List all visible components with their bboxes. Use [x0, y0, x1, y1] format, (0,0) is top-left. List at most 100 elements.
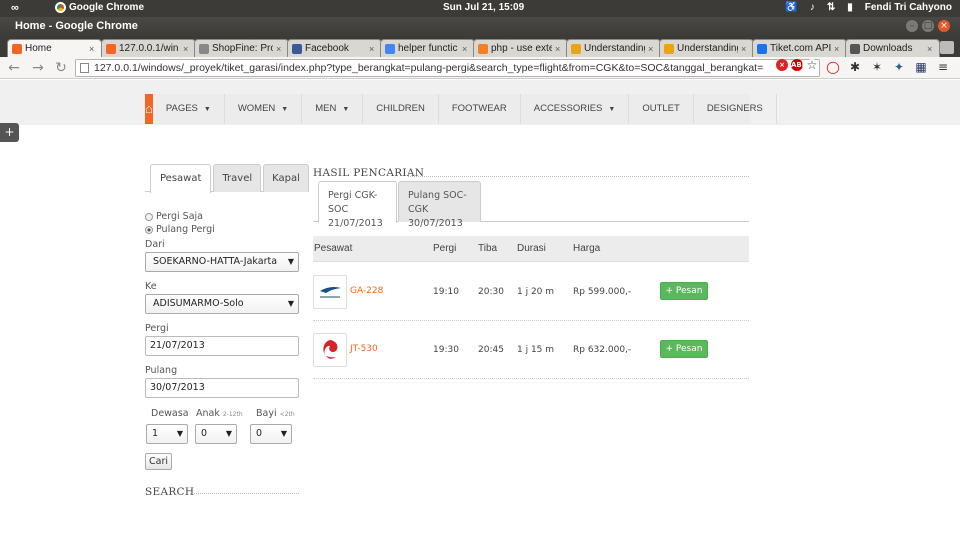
gear-icon[interactable]: ✱ — [848, 60, 862, 74]
network-icon[interactable]: ⇅ — [827, 2, 835, 13]
browser-tab-label: helper functic — [398, 43, 458, 54]
results-heading: HASIL PENCARIAN — [313, 167, 425, 179]
user-name[interactable]: Fendi Tri Cahyono — [865, 2, 952, 13]
radio-circle-selected[interactable] — [145, 225, 153, 234]
address-bar[interactable]: 127.0.0.1/windows/_proyek/tiket_garasi/i… — [75, 59, 820, 77]
nav-item-designers[interactable]: DESIGNERS — [694, 94, 777, 124]
col-tiba: Tiba — [478, 243, 498, 254]
close-tab-icon[interactable]: × — [462, 44, 470, 54]
browser-tab-label: Home — [25, 43, 52, 54]
favicon-icon — [199, 43, 209, 54]
forward-icon[interactable]: → — [30, 60, 46, 76]
browser-tab-bar: Home × 127.0.0.1/win × ShopFine: Pro × Faceboo… — [0, 37, 960, 57]
nav-item-label: ACCESSORIES — [533, 103, 603, 114]
menu-icon[interactable]: ≡ — [936, 60, 950, 74]
minimize-button[interactable]: – — [906, 20, 918, 32]
book-button[interactable]: + Pesan — [660, 340, 708, 358]
close-tab-icon[interactable]: × — [276, 44, 284, 54]
close-tab-icon[interactable]: × — [183, 44, 191, 54]
from-select[interactable]: SOEKARNO-HATTA-Jakarta ▼ — [145, 252, 299, 272]
browser-tab[interactable]: Tiket.com API × — [752, 39, 847, 57]
child-label-text: Anak — [196, 408, 220, 419]
adult-count-value: 1 — [152, 428, 159, 439]
radio-round-trip[interactable]: Pulang Pergi — [145, 224, 215, 235]
tab-kapal[interactable]: Kapal — [263, 164, 309, 192]
return-date-input[interactable]: 30/07/2013 — [145, 378, 299, 398]
tab-depart-route[interactable]: Pergi CGK-SOC 21/07/2013 — [318, 181, 397, 229]
browser-tab[interactable]: 127.0.0.1/win × — [101, 39, 196, 57]
child-label: Anak 2-12th — [196, 408, 243, 419]
close-tab-icon[interactable]: × — [927, 44, 935, 54]
tab-travel[interactable]: Travel — [213, 164, 262, 192]
nav-item-footwear[interactable]: FOOTWEAR — [439, 94, 521, 124]
page-icon — [80, 63, 89, 73]
tab-pesawat[interactable]: Pesawat — [150, 164, 212, 193]
infant-label-text: Bayi — [256, 408, 277, 419]
abp-icon[interactable]: ABP — [791, 59, 807, 71]
depart-date-input[interactable]: 21/07/2013 — [145, 336, 299, 356]
nav-item-pages[interactable]: PAGES ▼ — [153, 94, 225, 124]
radio-one-way-label: Pergi Saja — [156, 211, 203, 222]
tab-return-route[interactable]: Pulang SOC-CGK 30/07/2013 — [398, 181, 481, 229]
radio-circle[interactable] — [145, 212, 153, 221]
browser-tab[interactable]: Understanding × — [566, 39, 661, 57]
col-pesawat: Pesawat — [314, 243, 353, 254]
clock[interactable]: Sun Jul 21, 15:09 — [443, 2, 524, 13]
close-tab-icon[interactable]: × — [741, 44, 749, 54]
child-count-select[interactable]: 0 ▼ — [195, 424, 237, 444]
to-label: Ke — [145, 281, 157, 292]
infant-label: Bayi <2th — [256, 408, 295, 419]
browser-tab[interactable]: php - use exte × — [473, 39, 568, 57]
close-window-button[interactable]: × — [938, 20, 950, 32]
nav-item-women[interactable]: WOMEN ▼ — [225, 94, 303, 124]
close-tab-icon[interactable]: × — [369, 44, 377, 54]
child-age-hint: 2-12th — [222, 411, 243, 418]
close-tab-icon[interactable]: × — [555, 44, 563, 54]
browser-tab[interactable]: Facebook × — [287, 39, 382, 57]
to-select[interactable]: ADISUMARMO-Solo ▼ — [145, 294, 299, 314]
nav-item-accessories[interactable]: ACCESSORIES ▼ — [521, 94, 630, 124]
nav-item-men[interactable]: MEN ▼ — [302, 94, 364, 124]
back-icon[interactable]: ← — [6, 60, 22, 76]
browser-tab[interactable]: helper functic × — [380, 39, 475, 57]
battery-icon[interactable]: ▮ — [847, 2, 853, 13]
stop-ext-icon[interactable]: × — [776, 59, 788, 71]
extension-icons: ◯ ✱ ✶ ✦ ▦ ≡ — [826, 60, 950, 74]
search-submit-button[interactable]: Cari — [145, 453, 172, 470]
chevron-down-icon: ▼ — [225, 429, 232, 438]
nav-item-outlet[interactable]: OUTLET — [629, 94, 694, 124]
opera-icon[interactable]: ◯ — [826, 60, 840, 74]
accessibility-icon[interactable]: ♿ — [785, 2, 797, 13]
radio-one-way[interactable]: Pergi Saja — [145, 211, 203, 222]
nav-item-label: OUTLET — [642, 103, 680, 114]
chevron-down-icon: ▼ — [176, 429, 183, 438]
bookmark-star-icon[interactable]: ☆ — [806, 59, 818, 71]
close-tab-icon[interactable]: × — [834, 44, 842, 54]
flight-code[interactable]: GA-228 — [350, 286, 383, 296]
adult-count-select[interactable]: 1 ▼ — [146, 424, 188, 444]
reload-icon[interactable]: ↻ — [53, 60, 69, 76]
browser-tab[interactable]: Understanding × — [659, 39, 754, 57]
omnibox-extensions: × ABP ☆ — [776, 59, 818, 71]
favicon-icon — [292, 43, 302, 54]
close-tab-icon[interactable]: × — [89, 44, 97, 54]
side-panel-toggle[interactable]: + — [0, 123, 19, 142]
puzzle-icon[interactable]: ✦ — [892, 60, 906, 74]
grid-icon[interactable]: ▦ — [914, 60, 928, 74]
maximize-button[interactable]: □ — [922, 20, 934, 32]
volume-icon[interactable]: ♪ — [810, 2, 815, 13]
bug-icon[interactable]: ✶ — [870, 60, 884, 74]
book-button[interactable]: + Pesan — [660, 282, 708, 300]
ubuntu-dash-icon[interactable]: ∞ — [11, 2, 19, 14]
garuda-logo-mark — [320, 287, 341, 298]
new-tab-button[interactable] — [940, 41, 954, 54]
infant-count-select[interactable]: 0 ▼ — [250, 424, 292, 444]
close-tab-icon[interactable]: × — [648, 44, 656, 54]
browser-tab[interactable]: Home × — [7, 39, 102, 57]
home-icon[interactable]: ⌂ — [145, 94, 153, 124]
page-viewport: ⌂ PAGES ▼ WOMEN ▼ MEN ▼ CHILDREN FOOTWEAR ACCESS… — [0, 80, 960, 539]
nav-item-children[interactable]: CHILDREN — [363, 94, 439, 124]
browser-tab[interactable]: Downloads × — [845, 39, 940, 57]
flight-code[interactable]: JT-530 — [350, 344, 378, 354]
browser-tab[interactable]: ShopFine: Pro × — [194, 39, 289, 57]
